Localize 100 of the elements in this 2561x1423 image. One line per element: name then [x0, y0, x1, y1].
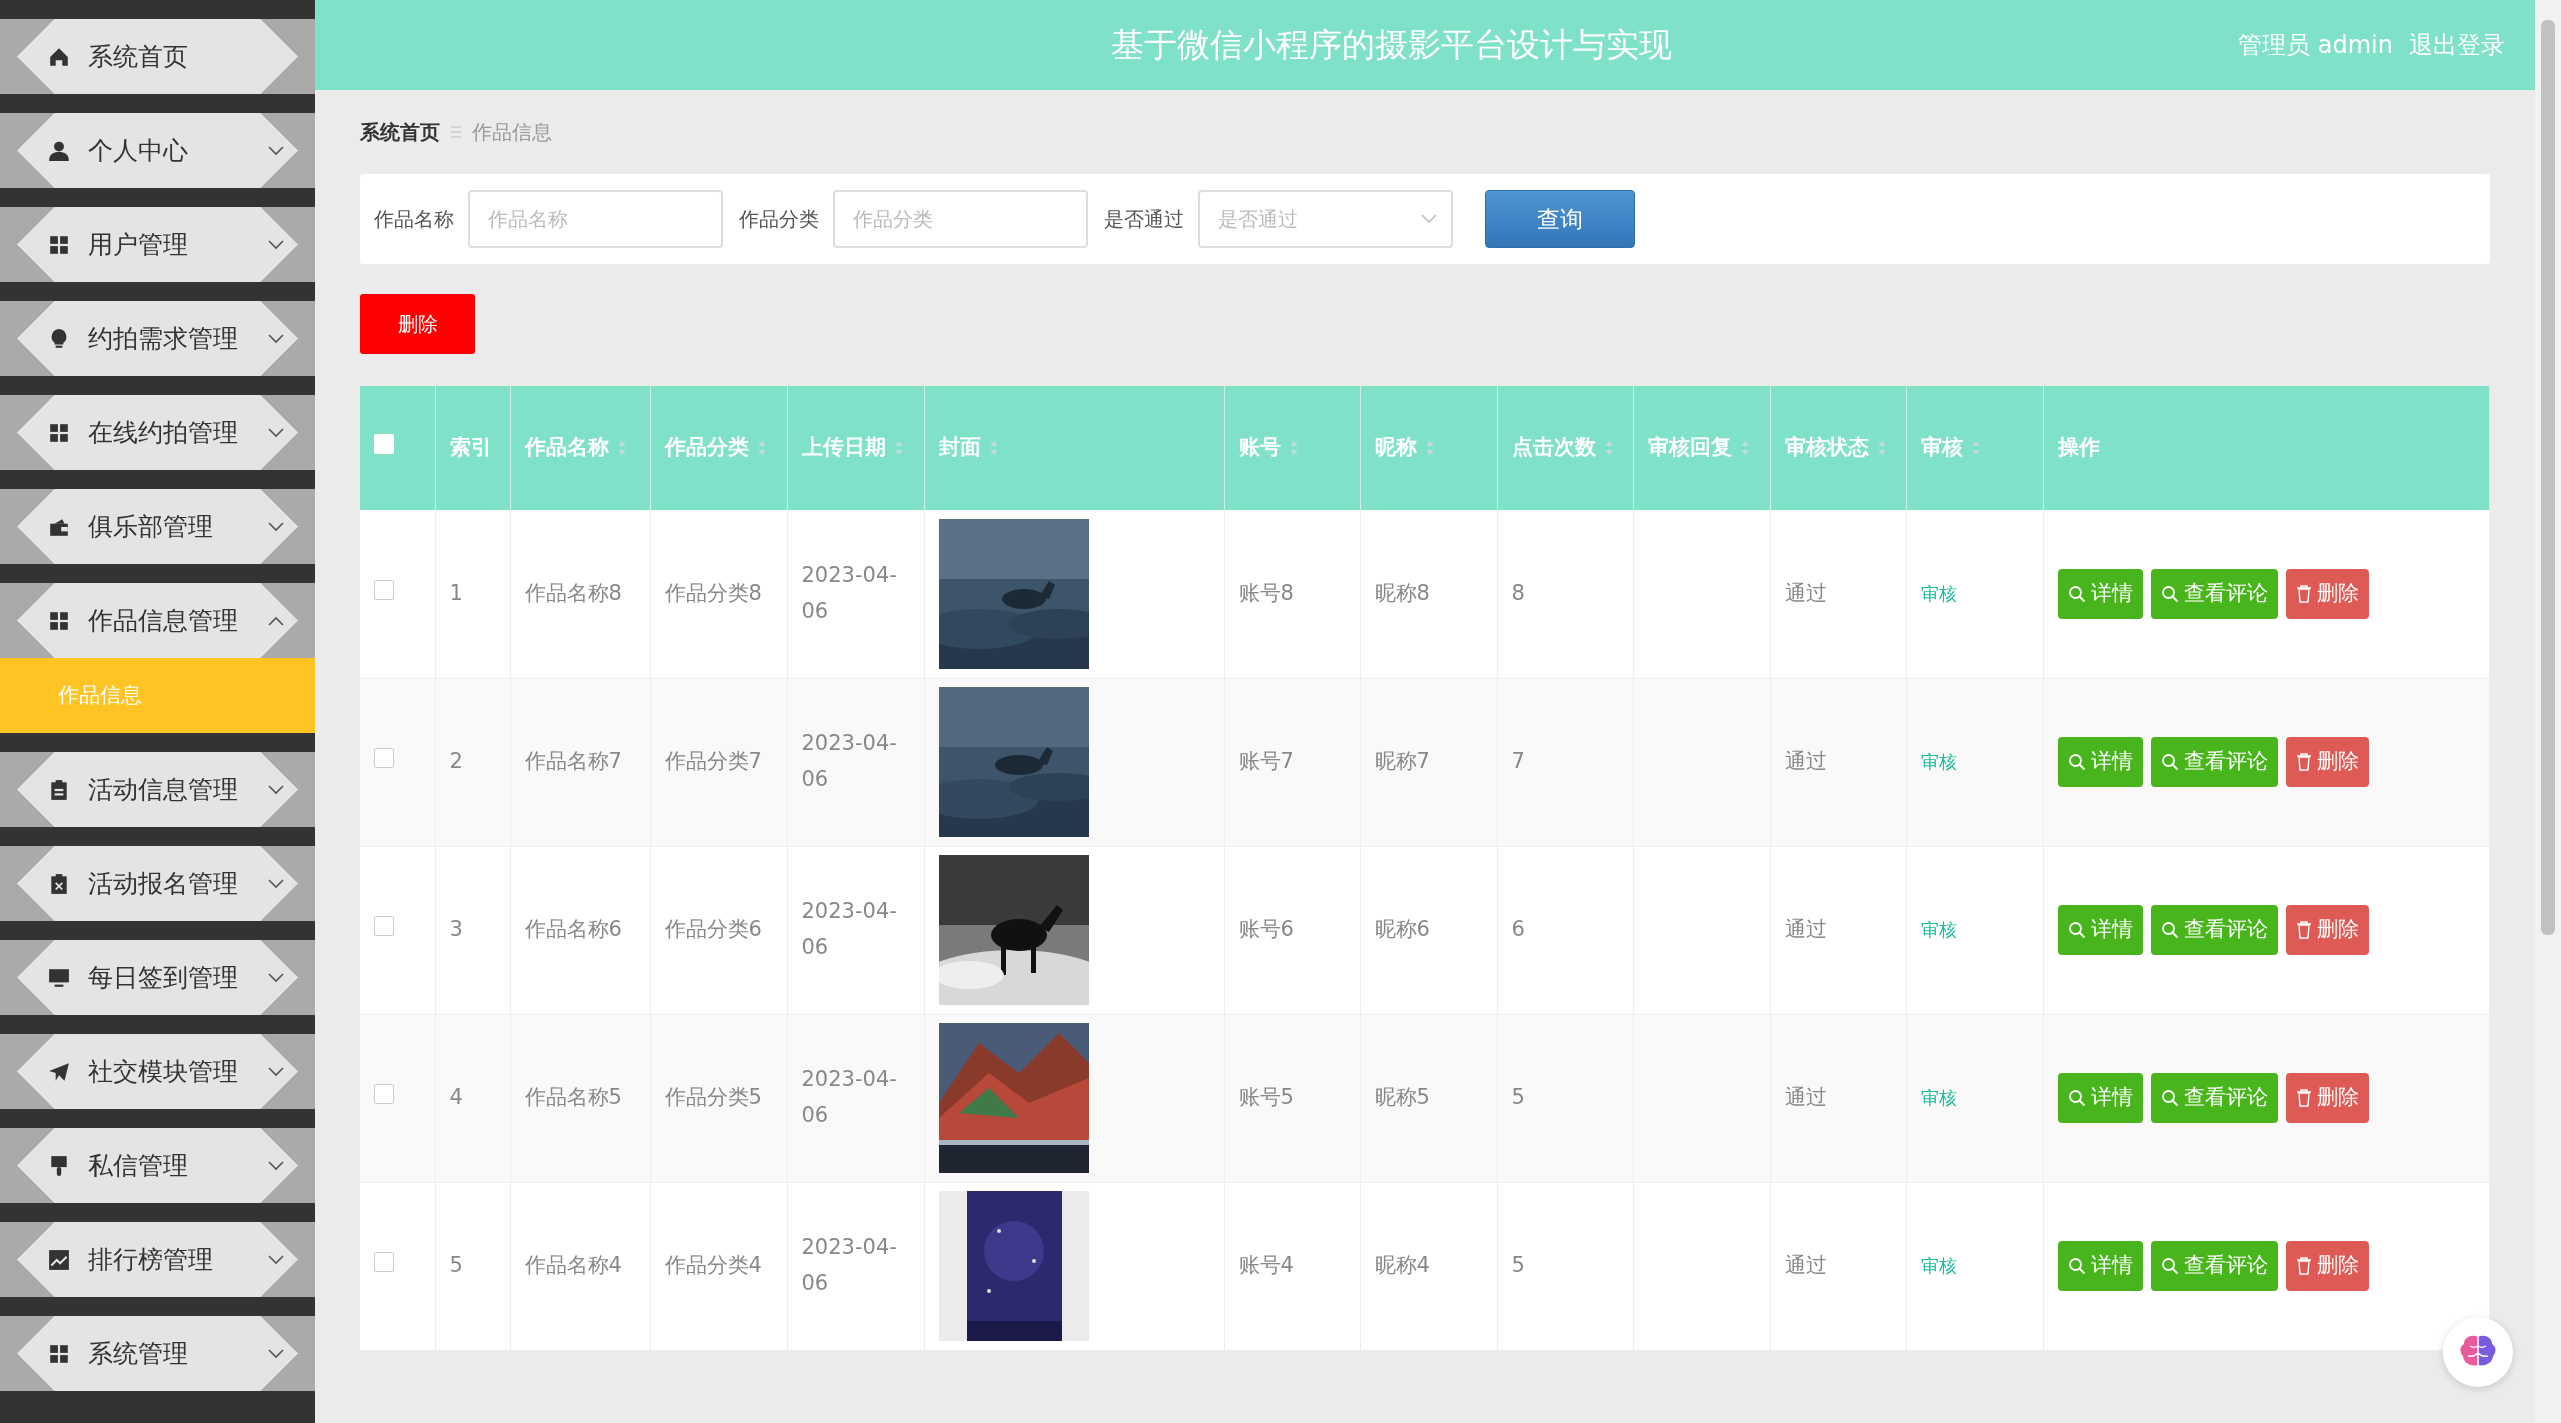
checkbox[interactable]: [374, 1252, 394, 1273]
audit-link[interactable]: 审核: [1920, 919, 1957, 941]
table-cell: 通过: [1784, 1085, 1827, 1110]
delete-button[interactable]: 删除: [360, 294, 475, 354]
sort-icon: [1876, 440, 1887, 456]
table-cell: 2023-04-06: [801, 1235, 897, 1295]
sidebar-item[interactable]: 在线约拍管理: [0, 395, 315, 470]
search-icon: [2160, 753, 2179, 771]
sort-icon: [756, 440, 767, 456]
audit-link[interactable]: 审核: [1920, 751, 1957, 773]
delete-button[interactable]: 删除: [2285, 737, 2369, 787]
sidebar-item[interactable]: 作品信息管理: [0, 583, 315, 658]
breadcrumb-link[interactable]: 系统首页: [360, 117, 440, 147]
column-header: 审核: [1920, 434, 1963, 462]
column-header: 上传日期: [801, 434, 886, 462]
checkbox[interactable]: [374, 579, 394, 600]
column-header: 封面: [938, 434, 981, 462]
sidebar-item[interactable]: 俱乐部管理: [0, 489, 315, 564]
trash-icon: [2295, 1089, 2312, 1107]
chevron-icon: [267, 783, 285, 796]
sidebar-item[interactable]: 系统管理: [0, 1316, 315, 1391]
details-button[interactable]: 详情: [2057, 568, 2143, 619]
table-cell: 账号7: [1238, 749, 1294, 774]
field-label: 作品分类: [739, 206, 819, 233]
search-icon: [2160, 921, 2179, 939]
input-field[interactable]: 作品名称: [468, 190, 723, 248]
sidebar-item[interactable]: 社交模块管理: [0, 1034, 315, 1109]
comments-button[interactable]: 查看评论: [2150, 568, 2278, 619]
table-cell: 账号4: [1238, 1253, 1294, 1278]
search-icon: [2067, 1089, 2086, 1107]
table-cell: 2023-04-06: [801, 731, 897, 791]
paper-plane-icon: [48, 1060, 70, 1083]
comments-button[interactable]: 查看评论: [2150, 1073, 2278, 1123]
table-cell: 5: [1511, 1253, 1525, 1278]
audit-link[interactable]: 审核: [1920, 1087, 1957, 1109]
sidebar-item[interactable]: 用户管理: [0, 207, 315, 282]
details-button[interactable]: 详情: [2057, 1241, 2143, 1291]
table-cell: 作品分类4: [664, 1253, 762, 1278]
chevron-icon: [267, 1159, 285, 1172]
monitor-icon: [48, 966, 70, 989]
scrollbar-thumb[interactable]: [2541, 20, 2555, 935]
trash-icon: [2295, 584, 2312, 603]
comments-button[interactable]: 查看评论: [2150, 905, 2278, 955]
trash-icon: [2295, 921, 2312, 939]
column-header: 账号: [1238, 434, 1281, 462]
breadcrumb-separator-icon: [450, 125, 462, 139]
table-cell: 作品名称5: [524, 1085, 622, 1110]
select-field[interactable]: 是否通过: [1198, 190, 1453, 248]
sidebar-item[interactable]: 排行榜管理: [0, 1222, 315, 1297]
checkbox[interactable]: [374, 748, 394, 769]
details-button[interactable]: 详情: [2057, 737, 2143, 787]
delete-button[interactable]: 删除: [2285, 905, 2369, 955]
sidebar-item[interactable]: 每日签到管理: [0, 940, 315, 1015]
brush-icon: [48, 1154, 70, 1177]
audit-link[interactable]: 审核: [1920, 582, 1957, 604]
search-button[interactable]: 查询: [1485, 190, 1635, 248]
admin-label: 管理员 admin: [2238, 30, 2393, 61]
column-header: 审核回复: [1647, 434, 1732, 462]
input-field[interactable]: 作品分类: [833, 190, 1088, 248]
sidebar-item[interactable]: 约拍需求管理: [0, 301, 315, 376]
column-header: 作品名称: [524, 434, 609, 462]
details-button[interactable]: 详情: [2057, 1073, 2143, 1123]
person-icon: [48, 139, 70, 162]
table-cell: 昵称7: [1374, 749, 1430, 774]
chevron-icon: [267, 426, 285, 439]
comments-button[interactable]: 查看评论: [2150, 737, 2278, 787]
checkbox[interactable]: [374, 434, 394, 455]
chevron-icon: [267, 238, 285, 251]
table-cell: 账号8: [1238, 580, 1294, 605]
comments-button[interactable]: 查看评论: [2150, 1241, 2278, 1291]
column-header: 作品分类: [664, 434, 749, 462]
table-cell: 2023-04-06: [801, 563, 897, 623]
details-button[interactable]: 详情: [2057, 905, 2143, 955]
trash-icon: [2295, 753, 2312, 771]
table-cell: 通过: [1784, 1253, 1827, 1278]
sidebar-item[interactable]: 活动信息管理: [0, 752, 315, 827]
table-cell: 账号6: [1238, 917, 1294, 942]
assistant-button[interactable]: [2443, 1317, 2513, 1387]
grid-icon: [48, 1342, 70, 1365]
checkbox[interactable]: [374, 1084, 394, 1105]
delete-button[interactable]: 删除: [2285, 1073, 2369, 1123]
sidebar-item[interactable]: 个人中心: [0, 113, 315, 188]
search-icon: [2160, 584, 2179, 603]
grid-icon: [48, 233, 70, 256]
sort-icon: [1970, 440, 1981, 456]
sidebar-item[interactable]: 私信管理: [0, 1128, 315, 1203]
search-icon: [2067, 921, 2086, 939]
sidebar-item[interactable]: 活动报名管理: [0, 846, 315, 921]
field-label: 是否通过: [1104, 206, 1184, 233]
search-icon: [2160, 1257, 2179, 1275]
chevron-icon: [267, 332, 285, 345]
table-cell: 作品分类5: [664, 1085, 762, 1110]
table-cell: 1: [449, 580, 463, 605]
checkbox[interactable]: [374, 916, 394, 937]
sidebar-item[interactable]: 系统首页: [0, 19, 315, 94]
delete-button[interactable]: 删除: [2285, 1241, 2369, 1291]
sort-icon: [988, 440, 999, 456]
delete-button[interactable]: 删除: [2285, 568, 2369, 619]
audit-link[interactable]: 审核: [1920, 1255, 1957, 1277]
chevron-icon: [267, 614, 285, 627]
